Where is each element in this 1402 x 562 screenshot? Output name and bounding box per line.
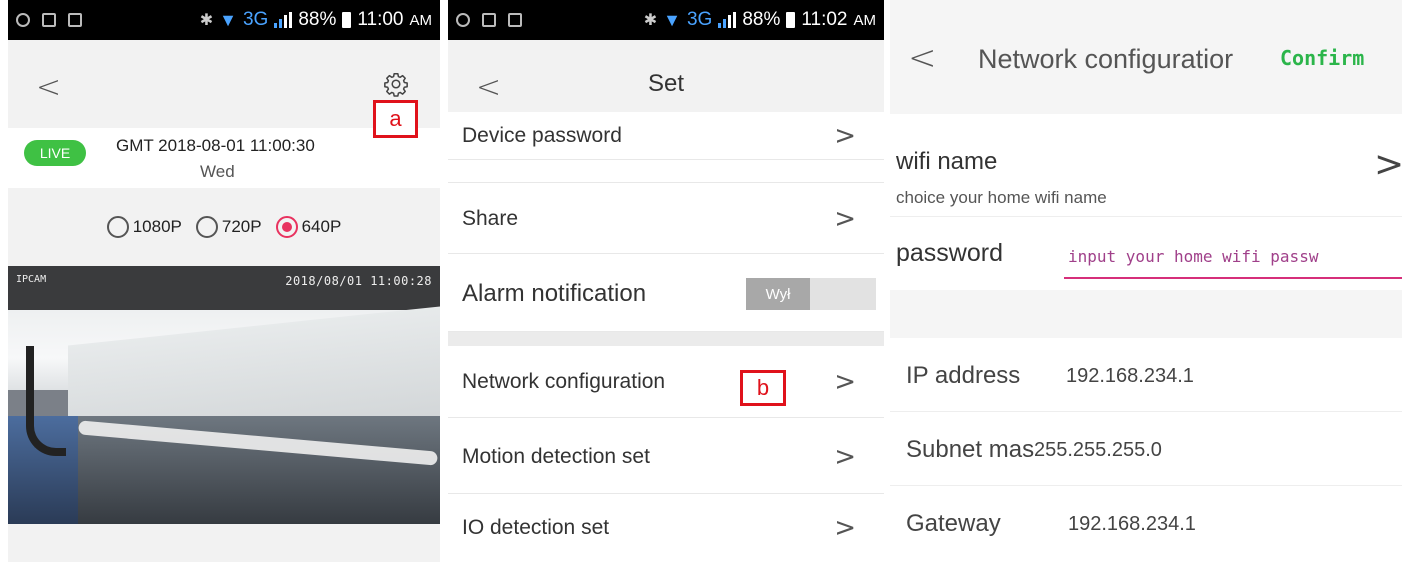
image-notification-icon <box>42 13 56 27</box>
wifi-icon: ▼ <box>663 9 681 30</box>
clock-time: 11:02 <box>801 9 848 30</box>
network-type: 3G <box>242 9 269 30</box>
alarm-toggle[interactable]: Wył <box>746 278 876 310</box>
image-notification-icon <box>482 13 496 27</box>
chevron-right-icon: > <box>834 441 856 472</box>
row-label: Motion detection set <box>462 444 650 468</box>
chevron-right-icon: > <box>834 366 856 397</box>
wifi-icon: ▼ <box>219 9 237 30</box>
live-view-screen: ✱ ▼ 3G 88% 11:00 AM < LIVE GMT 2018-08-0… <box>8 0 440 562</box>
annotation-a: a <box>373 100 418 138</box>
chevron-right-icon: > <box>834 120 856 151</box>
wifi-name-hint: choice your home wifi name <box>896 188 1107 207</box>
ip-address-row: IP address 192.168.234.1 <box>890 340 1402 412</box>
clock-time: 11:00 <box>357 9 404 30</box>
chevron-right-icon: > <box>834 513 856 543</box>
app-notification-icon <box>508 13 522 27</box>
row-label: IO detection set <box>462 516 610 539</box>
gateway-row: Gateway 192.168.234.1 <box>890 488 1402 562</box>
resolution-selector: 1080P 720P 640P <box>8 188 440 266</box>
resolution-label: 720P <box>221 217 262 236</box>
bluetooth-icon: ✱ <box>199 12 214 29</box>
chevron-right-icon: > <box>1374 144 1402 185</box>
status-bar: ✱ ▼ 3G 88% 11:00 AM <box>8 0 440 40</box>
radio-1080p[interactable] <box>106 216 129 238</box>
row-label: Device password <box>462 123 622 147</box>
network-configuration-screen: < Network configuratior Confirm wifi nam… <box>890 0 1402 562</box>
chevron-right-icon: > <box>834 203 856 234</box>
row-label: Alarm notification <box>462 279 647 307</box>
battery-level: 88% <box>298 9 337 30</box>
subnet-mask-value: 255.255.255.0 <box>1034 439 1162 461</box>
subnet-mask-label: Subnet mas <box>906 436 1035 463</box>
resolution-option-720p[interactable]: 720P <box>195 216 262 238</box>
signal-icon <box>274 12 293 28</box>
resolution-option-640p[interactable]: 640P <box>275 216 342 238</box>
row-label: Network configuration <box>462 369 666 393</box>
row-io-detection[interactable]: IO detection set > <box>448 494 884 562</box>
resolution-option-1080p[interactable]: 1080P <box>106 216 182 238</box>
notification-icon <box>16 13 30 27</box>
live-badge: LIVE <box>24 140 86 166</box>
divider <box>448 182 884 183</box>
password-input[interactable] <box>1064 235 1402 279</box>
video-ceiling <box>8 266 440 310</box>
radio-640p[interactable] <box>275 216 298 238</box>
password-row: password <box>890 216 1402 290</box>
password-label: password <box>896 239 1003 267</box>
signal-icon <box>718 12 737 28</box>
row-motion-detection[interactable]: Motion detection set > <box>448 420 884 494</box>
ip-address-value: 192.168.234.1 <box>1066 365 1194 387</box>
resolution-label: 1080P <box>132 217 182 236</box>
row-alarm-notification: Alarm notification Wył <box>448 256 884 332</box>
row-device-password[interactable]: Device password > <box>448 112 884 160</box>
spacer <box>890 102 1402 114</box>
row-share[interactable]: Share > <box>448 184 884 254</box>
gear-icon[interactable] <box>383 71 409 97</box>
page-title: Set <box>647 70 685 97</box>
bottom-area <box>8 524 440 562</box>
back-button[interactable]: < <box>908 38 937 78</box>
weekday: Wed <box>200 162 235 181</box>
video-osd-timestamp: 2018/08/01 11:00:28 <box>285 274 432 288</box>
notification-icon <box>456 13 470 27</box>
page-title: Network configuratior <box>978 44 1234 74</box>
video-cable <box>26 346 66 456</box>
gateway-value: 192.168.234.1 <box>1068 513 1196 535</box>
subnet-mask-row: Subnet mas 255.255.255.0 <box>890 414 1402 486</box>
clock-ampm: AM <box>409 11 433 29</box>
gmt-timestamp: GMT 2018-08-01 11:00:30 <box>116 136 315 155</box>
row-network-configuration[interactable]: Network configuration > <box>448 346 884 418</box>
back-button[interactable]: < <box>36 70 61 105</box>
confirm-button[interactable]: Confirm <box>1280 46 1364 70</box>
ip-address-label: IP address <box>906 362 1021 389</box>
top-bar: < Network configuratior Confirm <box>890 0 1402 102</box>
annotation-b: b <box>740 370 786 406</box>
network-type: 3G <box>686 9 713 30</box>
gateway-label: Gateway <box>906 510 1001 537</box>
radio-720p[interactable] <box>195 216 218 238</box>
section-separator <box>890 290 1402 338</box>
wifi-name-label: wifi name <box>896 148 998 175</box>
wifi-name-selector[interactable]: wifi name choice your home wifi name > <box>890 114 1402 216</box>
live-video[interactable]: IPCAM 2018/08/01 11:00:28 <box>8 266 440 524</box>
battery-icon <box>342 12 352 28</box>
section-separator <box>448 332 884 346</box>
battery-icon <box>786 12 796 28</box>
status-bar: ✱ ▼ 3G 88% 11:02 AM <box>448 0 884 40</box>
row-label: Share <box>462 206 519 230</box>
toggle-state: Wył <box>746 278 810 310</box>
app-notification-icon <box>68 13 82 27</box>
settings-screen: ✱ ▼ 3G 88% 11:02 AM < Set Device passwor… <box>448 0 884 562</box>
resolution-label: 640P <box>301 217 342 236</box>
clock-ampm: AM <box>853 11 877 29</box>
video-osd-label: IPCAM <box>16 274 47 285</box>
bluetooth-icon: ✱ <box>643 12 658 29</box>
battery-level: 88% <box>742 9 781 30</box>
